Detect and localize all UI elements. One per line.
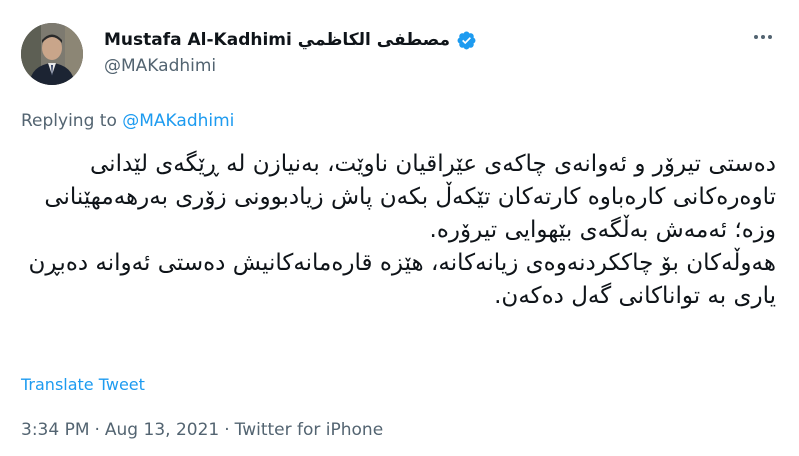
tweet-card: Mustafa Al-Kadhimi مصطفى الكاظمي @MAKadh…: [0, 0, 799, 456]
tweet-date[interactable]: Aug 13, 2021: [105, 420, 219, 440]
tweet-paragraph-1: دەستی تیرۆر و ئەوانەی چاکەی عێراقیان ناو…: [44, 151, 776, 243]
avatar[interactable]: [21, 23, 83, 85]
replying-prefix: Replying to: [21, 111, 117, 131]
tweet-metadata: 3:34 PM · Aug 13, 2021 · Twitter for iPhone: [21, 420, 383, 440]
tweet-header: Mustafa Al-Kadhimi مصطفى الكاظمي @MAKadh…: [104, 27, 477, 76]
tweet-text: دەستی تیرۆر و ئەوانەی چاکەی عێراقیان ناو…: [24, 148, 777, 313]
replying-to: Replying to @MAKadhimi: [21, 111, 234, 131]
tweet-time[interactable]: 3:34 PM: [21, 420, 90, 440]
replying-mention-link[interactable]: @MAKadhimi: [122, 111, 234, 131]
translate-tweet-link[interactable]: Translate Tweet: [21, 375, 145, 394]
more-options-icon[interactable]: [748, 24, 778, 50]
tweet-paragraph-2: هەوڵەکان بۆ چاککردنەوەی زیانەکانە، هێزە …: [28, 250, 777, 309]
separator-dot: ·: [224, 420, 230, 440]
verified-badge-icon: [456, 30, 477, 51]
avatar-photo: [21, 23, 83, 85]
tweet-source[interactable]: Twitter for iPhone: [235, 420, 384, 440]
author-handle[interactable]: @MAKadhimi: [104, 56, 477, 76]
author-name-row: Mustafa Al-Kadhimi مصطفى الكاظمي: [104, 27, 477, 53]
separator-dot: ·: [94, 420, 100, 440]
author-name[interactable]: Mustafa Al-Kadhimi مصطفى الكاظمي: [104, 30, 450, 50]
